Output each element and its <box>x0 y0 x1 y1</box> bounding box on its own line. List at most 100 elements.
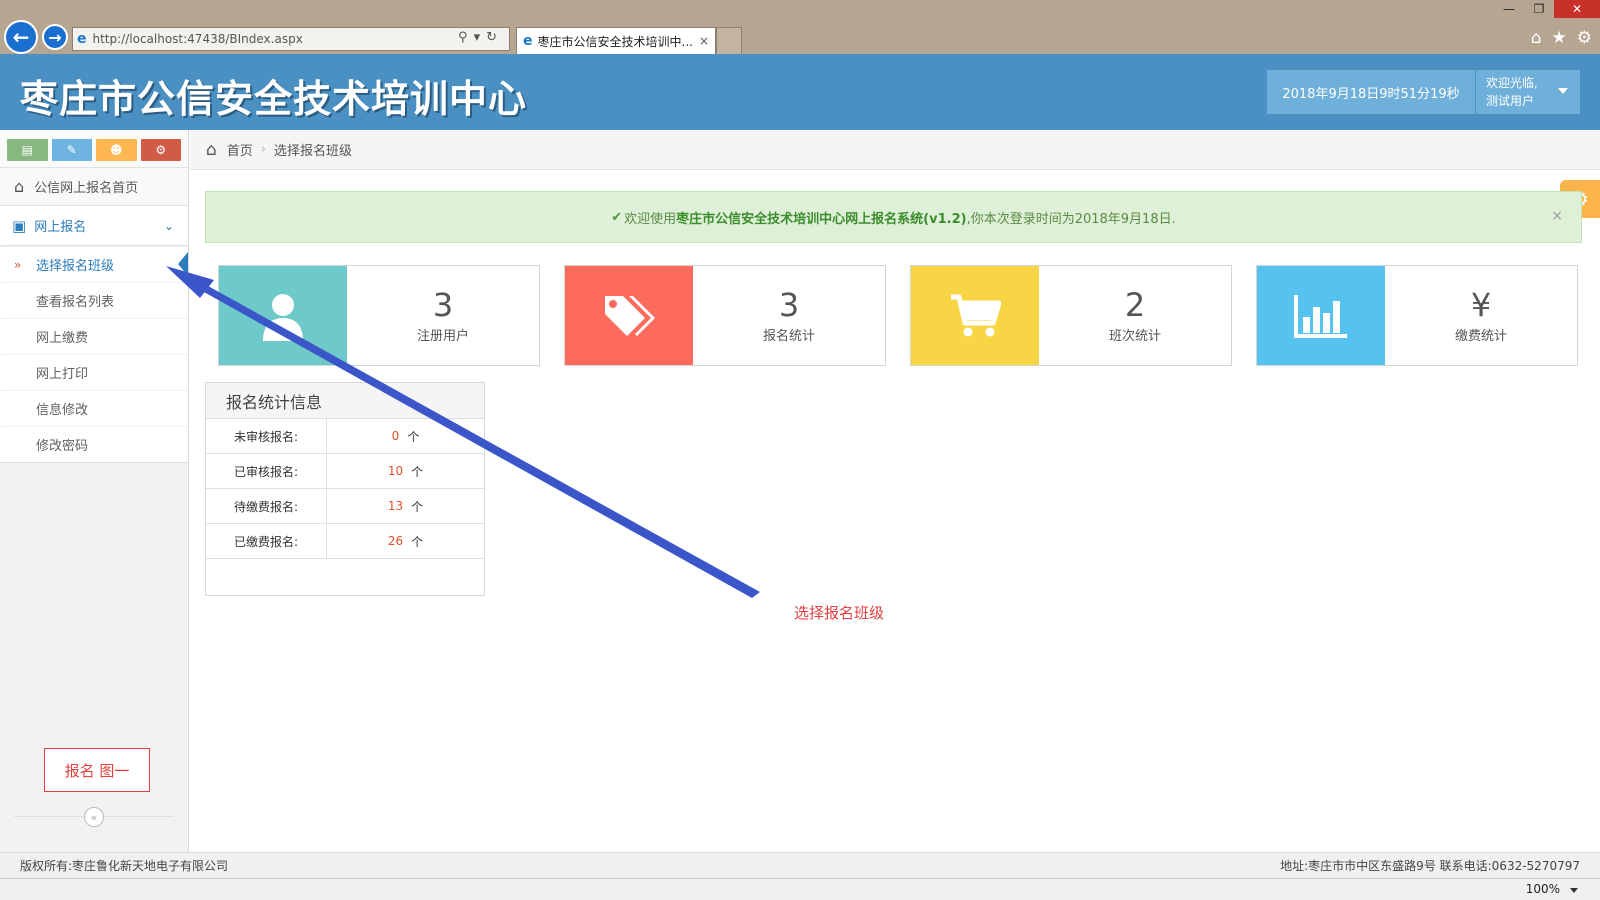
page-footer: 版权所有:枣庄鲁化新天地电子有限公司 地址:枣庄市市中区东盛路9号 联系电话:0… <box>0 852 1600 878</box>
sidebar-item-edit-info[interactable]: 信息修改 <box>0 390 188 426</box>
sidebar-group-online-registration[interactable]: ▣ 网上报名 ⌄ <box>0 206 188 246</box>
address-controls[interactable]: ⚲▾↻ <box>458 30 503 45</box>
table-row: 未审核报名: 0个 <box>206 419 484 454</box>
stat-card-payments[interactable]: ¥ 缴费统计 <box>1256 265 1578 366</box>
tab-close-icon[interactable]: × <box>699 34 709 48</box>
window-close-icon[interactable]: ✕ <box>1554 0 1600 18</box>
address-url: http://localhost:47438/BIndex.aspx <box>92 32 303 46</box>
copyright-text: 版权所有:枣庄鲁化新天地电子有限公司 <box>20 859 229 873</box>
sidebar-item-online-print[interactable]: 网上打印 <box>0 354 188 390</box>
breadcrumb: ⌂ 首页 › 选择报名班级 <box>190 130 1600 170</box>
favorites-star-icon[interactable]: ★ <box>1552 28 1567 48</box>
shortcut-bar: ▤ ✎ ☻ ⚙ <box>0 130 188 168</box>
stat-key: 未审核报名: <box>206 419 327 453</box>
stat-value: 3 <box>778 286 800 324</box>
sidebar: ▤ ✎ ☻ ⚙ ⌂ 公信网上报名首页 ▣ 网上报名 ⌄ » 选择报名班级 查看报… <box>0 130 189 852</box>
tools-gear-icon[interactable]: ⚙ <box>1577 28 1592 48</box>
breadcrumb-current: 选择报名班级 <box>274 144 353 159</box>
sidebar-item-home[interactable]: ⌂ 公信网上报名首页 <box>0 168 188 206</box>
alert-prefix: 欢迎使用 <box>624 211 677 227</box>
sidebar-item-view-list[interactable]: 查看报名列表 <box>0 282 188 318</box>
address-bar[interactable]: e http://localhost:47438/BIndex.aspx ⚲▾↻ <box>72 27 510 51</box>
caret-down-icon <box>1558 88 1568 94</box>
table-row: 待缴费报名: 13 个 <box>206 489 484 524</box>
stat-card-registrations[interactable]: 3 报名统计 <box>564 265 886 366</box>
home-icon: ⌂ <box>206 139 217 160</box>
tab-ie-icon: e <box>523 33 533 49</box>
zoom-level[interactable]: 100% <box>1526 882 1560 896</box>
sidebar-item-change-password[interactable]: 修改密码 <box>0 426 188 462</box>
cogs-icon[interactable]: ⚙ <box>140 139 181 161</box>
sidebar-group-label: 网上报名 <box>34 220 87 235</box>
desktop-icon: ▣ <box>12 216 27 235</box>
forward-button[interactable]: → <box>42 24 68 50</box>
sidebar-item-label: 修改密码 <box>36 439 89 454</box>
users-icon[interactable]: ☻ <box>96 139 137 161</box>
double-chevron-right-icon: » <box>14 257 22 272</box>
stat-label: 报名统计 <box>762 329 815 344</box>
stat-unit: 个 <box>407 429 420 444</box>
stat-label: 注册用户 <box>416 329 469 344</box>
pencil-icon[interactable]: ✎ <box>51 139 92 161</box>
stat-card-registered-users[interactable]: 3 注册用户 <box>218 265 540 366</box>
collapse-sidebar-icon[interactable]: « <box>84 807 104 827</box>
sidebar-item-online-payment[interactable]: 网上缴费 <box>0 318 188 354</box>
sidebar-submenu: » 选择报名班级 查看报名列表 网上缴费 网上打印 信息修改 修改密码 <box>0 246 188 463</box>
user-menu[interactable]: 欢迎光临, 测试用户 <box>1476 70 1580 114</box>
cart-icon <box>911 266 1039 365</box>
stat-label: 缴费统计 <box>1454 329 1507 344</box>
annotation-note-box: 报名 图一 <box>44 748 150 792</box>
browser-chrome: ← → e http://localhost:47438/BIndex.aspx… <box>0 0 1600 54</box>
contact-text: 地址:枣庄市市中区东盛路9号 联系电话:0632-5270797 <box>1280 859 1580 873</box>
alert-system-name: 枣庄市公信安全技术培训中心网上报名系统(v1.2) <box>676 211 967 227</box>
welcome-alert: ✔ 欢迎使用 枣庄市公信安全技术培训中心网上报名系统(v1.2) ,你本次登录时… <box>205 191 1582 243</box>
tab-title: 枣庄市公信安全技术培训中... <box>537 34 693 49</box>
stat-value: ¥ <box>1470 286 1492 324</box>
alert-suffix: ,你本次登录时间为2018年9月18日. <box>966 211 1176 227</box>
tags-icon <box>565 266 693 365</box>
browser-tab[interactable]: e 枣庄市公信安全技术培训中... × <box>516 27 716 54</box>
signal-chart-icon[interactable]: ▤ <box>7 139 48 161</box>
sidebar-item-label: 信息修改 <box>36 403 89 418</box>
check-icon: ✔ <box>611 209 623 225</box>
sidebar-home-label: 公信网上报名首页 <box>34 181 139 196</box>
stat-count: 26 <box>387 534 404 548</box>
back-button[interactable]: ← <box>4 20 38 54</box>
stat-unit: 个 <box>411 499 424 514</box>
table-row: 已审核报名: 10 个 <box>206 454 484 489</box>
new-tab-button[interactable] <box>716 27 742 54</box>
bar-chart-icon <box>1257 266 1385 365</box>
zoom-caret-icon[interactable] <box>1570 888 1578 893</box>
username: 测试用户 <box>1486 94 1535 108</box>
alert-close-icon[interactable]: × <box>1551 208 1563 224</box>
sidebar-item-select-class[interactable]: » 选择报名班级 <box>0 246 188 282</box>
breadcrumb-home[interactable]: 首页 <box>227 140 253 159</box>
minimize-icon[interactable]: — <box>1494 0 1524 18</box>
panel-title: 报名统计信息 <box>206 383 484 419</box>
sidebar-item-label: 网上缴费 <box>36 331 89 346</box>
annotation-label: 选择报名班级 <box>794 604 885 622</box>
active-item-marker <box>178 252 188 276</box>
stat-key: 待缴费报名: <box>206 489 327 523</box>
header-datetime: 2018年9月18日9时51分19秒 <box>1267 70 1475 114</box>
stat-count: 10 <box>387 464 404 478</box>
ie-icon: e <box>77 31 87 47</box>
stat-count: 0 <box>391 429 400 443</box>
stat-key: 已审核报名: <box>206 454 327 488</box>
home-icon: ⌂ <box>14 177 25 196</box>
stat-unit: 个 <box>411 534 424 549</box>
breadcrumb-separator-icon: › <box>260 142 267 157</box>
table-row: 已缴费报名: 26 个 <box>206 524 484 559</box>
restore-icon[interactable]: ❐ <box>1524 0 1554 18</box>
site-header: 枣庄市公信安全技术培训中心 2018年9月18日9时51分19秒 欢迎光临, 测… <box>0 54 1600 130</box>
stat-card-classes[interactable]: 2 班次统计 <box>910 265 1232 366</box>
stat-label: 班次统计 <box>1108 329 1161 344</box>
stat-value: 3 <box>432 286 454 324</box>
stat-key: 已缴费报名: <box>206 524 327 558</box>
site-title: 枣庄市公信安全技术培训中心 <box>20 77 528 121</box>
stat-unit: 个 <box>411 464 424 479</box>
sidebar-item-label: 网上打印 <box>36 367 89 382</box>
sidebar-item-label: 查看报名列表 <box>36 295 115 310</box>
chevron-down-icon: ⌄ <box>163 218 174 233</box>
home-icon[interactable]: ⌂ <box>1531 28 1542 48</box>
